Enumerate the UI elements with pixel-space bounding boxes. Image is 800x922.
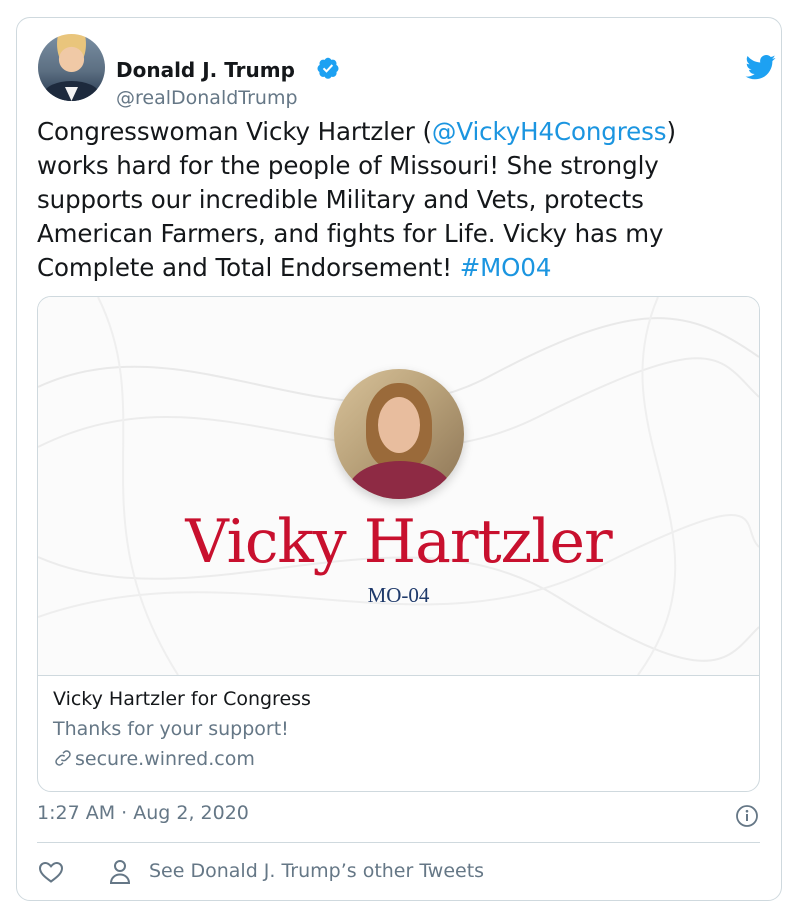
tweet-line: Congresswoman Vicky Hartzler (@VickyH4Co… (37, 115, 752, 149)
link-card[interactable]: Vicky Hartzler MO-04 Vicky Hartzler for … (37, 296, 760, 792)
tweet-line: American Farmers, and fights for Life. V… (37, 219, 664, 248)
card-description: Thanks for your support! (53, 718, 289, 740)
footer-divider (37, 842, 760, 843)
tweet-line: Complete and Total Endorsement! #MO04 (37, 251, 752, 285)
author-name[interactable]: Donald J. Trump (116, 58, 295, 82)
photo-face (378, 397, 420, 453)
author-handle[interactable]: @realDonaldTrump (116, 86, 298, 110)
card-image[interactable]: Vicky Hartzler MO-04 (38, 297, 759, 675)
info-icon[interactable] (735, 804, 759, 828)
author-avatar[interactable] (38, 34, 105, 101)
mention-link[interactable]: @VickyH4Congress (432, 117, 667, 146)
tweet-line: supports our incredible Military and Vet… (37, 185, 644, 214)
card-domain-text: secure.winred.com (75, 748, 255, 770)
see-other-tweets-link[interactable]: See Donald J. Trump’s other Tweets (149, 860, 484, 882)
person-icon (109, 860, 131, 884)
twitter-bird-icon[interactable] (744, 52, 778, 82)
card-image-name: Vicky Hartzler (185, 507, 612, 577)
tweet-text-segment: Congresswoman Vicky Hartzler ( (37, 117, 432, 146)
tweet-text-segment: Complete and Total Endorsement! (37, 253, 460, 282)
verified-badge-icon (317, 57, 339, 79)
card-meta[interactable]: Vicky Hartzler for Congress Thanks for y… (38, 675, 759, 770)
tweet-text-segment: ) (666, 117, 676, 146)
card-title: Vicky Hartzler for Congress (53, 688, 311, 710)
candidate-photo (334, 369, 464, 499)
card-image-district: MO-04 (367, 583, 430, 607)
card-domain: secure.winred.com (53, 748, 255, 770)
photo-body (348, 461, 452, 499)
hashtag-link[interactable]: #MO04 (460, 253, 552, 282)
heart-icon[interactable] (38, 860, 64, 884)
link-icon (55, 750, 71, 766)
tweet-timestamp[interactable]: 1:27 AM · Aug 2, 2020 (37, 802, 249, 824)
tweet-text: Congresswoman Vicky Hartzler (@VickyH4Co… (37, 115, 752, 285)
tweet-line: works hard for the people of Missouri! S… (37, 151, 659, 180)
